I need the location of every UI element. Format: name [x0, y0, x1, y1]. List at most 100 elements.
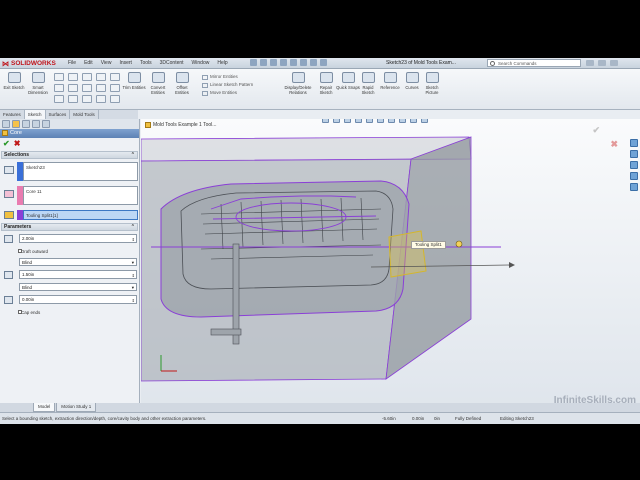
smart-dimension-button[interactable]: Smart Dimension: [26, 72, 50, 106]
mirror-entities-button[interactable]: Mirror Entities: [202, 73, 253, 81]
solidworks-logo[interactable]: ⋈ SOLIDWORKS: [2, 59, 56, 68]
menu-window[interactable]: Window: [192, 59, 210, 68]
mirror-icon: [202, 74, 208, 80]
trim-entities-button[interactable]: Trim Entities: [122, 72, 146, 106]
end-condition-select-1[interactable]: Blind ▾: [19, 258, 137, 266]
menu-view[interactable]: View: [101, 59, 112, 68]
fillet-icon[interactable]: [96, 84, 106, 92]
spinner-icon[interactable]: ⇕: [132, 272, 135, 279]
search-commands-input[interactable]: Search Commands: [487, 59, 581, 67]
polygon-icon[interactable]: [54, 84, 64, 92]
circle-icon[interactable]: [96, 73, 106, 81]
menu-tools[interactable]: Tools: [140, 59, 152, 68]
menu-3dcontent[interactable]: 3DContent: [160, 59, 184, 68]
menu-help[interactable]: Help: [217, 59, 227, 68]
spinner-icon[interactable]: ⇕: [132, 236, 135, 243]
configuration-icon[interactable]: [22, 120, 30, 128]
reference-button[interactable]: Reference: [378, 72, 402, 106]
chevron-down-icon: ▾: [131, 285, 134, 290]
appearances-icon[interactable]: [630, 183, 638, 191]
ok-cancel-bar: ✔ ✖: [0, 138, 139, 149]
select-icon[interactable]: [300, 59, 307, 66]
tooling-split-box[interactable]: Tooling Split1[1]: [23, 210, 138, 220]
tab-model[interactable]: Model: [33, 403, 56, 412]
draft2-input[interactable]: 0.00in ⇕: [19, 295, 137, 304]
undo-icon[interactable]: [290, 59, 297, 66]
tab-features[interactable]: Features: [0, 110, 25, 119]
partial-ellipse-icon[interactable]: [110, 95, 120, 103]
rapid-sketch-button[interactable]: Rapid Sketch: [356, 72, 380, 106]
selections-header[interactable]: Selections ⌃: [1, 151, 138, 159]
trim-icon: [127, 72, 141, 83]
feature-tree-icon[interactable]: [2, 120, 10, 128]
quick-access-toolbar: [250, 59, 327, 66]
linear-pattern-button[interactable]: Linear Sketch Pattern: [202, 81, 253, 89]
tab-surfaces[interactable]: Surfaces: [46, 110, 71, 119]
ellipse-icon[interactable]: [82, 84, 92, 92]
sketch-picture-button[interactable]: Sketch Picture: [420, 72, 444, 106]
rectangle-icon[interactable]: [68, 73, 78, 81]
menu-edit[interactable]: Edit: [84, 59, 93, 68]
print-icon[interactable]: [280, 59, 287, 66]
open-icon[interactable]: [260, 59, 267, 66]
save-icon[interactable]: [270, 59, 277, 66]
property-manager-icon[interactable]: [12, 120, 20, 128]
tooling-split-callout[interactable]: Tooling Split1: [411, 241, 446, 249]
command-tabs: Features Sketch Surfaces Mold Tools: [0, 110, 138, 119]
repair-icon: [319, 72, 333, 83]
core-body-box[interactable]: Core 11: [23, 186, 138, 205]
checkbox-icon: [18, 310, 22, 314]
view-palette-icon[interactable]: [630, 172, 638, 180]
options-icon[interactable]: [320, 59, 327, 66]
menu-insert[interactable]: Insert: [119, 59, 132, 68]
draft-outward-checkbox[interactable]: Draft outward: [1, 247, 138, 256]
part-body-outline: [160, 180, 410, 318]
sketch-tools-grid: [54, 73, 124, 105]
sketch-selection-box[interactable]: Sketch23: [23, 162, 138, 181]
new-icon[interactable]: [250, 59, 257, 66]
plane-icon[interactable]: [110, 84, 120, 92]
end-condition-select-2[interactable]: Blind ▾: [19, 283, 137, 291]
centerline-icon[interactable]: [82, 95, 92, 103]
exit-sketch-button[interactable]: Exit Sketch: [2, 72, 26, 106]
menu-file[interactable]: File: [68, 59, 76, 68]
display-delete-relations-button[interactable]: Display/Delete Relations: [278, 72, 318, 106]
slot-icon[interactable]: [82, 73, 92, 81]
cap-ends-checkbox[interactable]: Cap ends: [1, 308, 138, 317]
graphics-area[interactable]: Mold Tools Example 1 Tool... Tooling Spl…: [141, 119, 640, 409]
confirm-cancel-icon[interactable]: ✖: [610, 139, 618, 150]
offset-entities-button[interactable]: Offset Entities: [170, 72, 194, 106]
depth2-input[interactable]: 1.50in ⇕: [19, 270, 137, 279]
status-x: -5.60in: [382, 416, 396, 421]
display-manager-icon[interactable]: [42, 120, 50, 128]
tab-mold-tools[interactable]: Mold Tools: [70, 110, 99, 119]
parameters-header[interactable]: Parameters ⌃: [1, 223, 138, 231]
arc-icon[interactable]: [110, 73, 120, 81]
depth-input[interactable]: 2.00in ⇕: [19, 234, 137, 243]
close-icon[interactable]: [610, 60, 618, 66]
ok-button[interactable]: ✔: [3, 139, 10, 148]
dimxpert-icon[interactable]: [32, 120, 40, 128]
repair-sketch-button[interactable]: Repair Sketch: [314, 72, 338, 106]
spinner-icon[interactable]: ⇕: [132, 297, 135, 304]
line-icon[interactable]: [54, 73, 64, 81]
text-icon[interactable]: [54, 95, 64, 103]
resources-icon[interactable]: [630, 139, 638, 147]
status-message: Select a bounding sketch, extraction dir…: [2, 416, 207, 421]
move-entities-button[interactable]: Move Entities: [202, 89, 253, 97]
chamfer-icon[interactable]: [96, 95, 106, 103]
rebuild-icon[interactable]: [310, 59, 317, 66]
tab-motion-study[interactable]: Motion Study 1: [56, 403, 97, 412]
tab-sketch[interactable]: Sketch: [24, 110, 46, 119]
spline-icon[interactable]: [68, 84, 78, 92]
minimize-icon[interactable]: [598, 60, 606, 66]
cancel-button[interactable]: ✖: [14, 139, 21, 148]
design-library-icon[interactable]: [630, 150, 638, 158]
help-icon[interactable]: [586, 60, 594, 66]
confirm-ok-icon[interactable]: ✔: [592, 125, 600, 136]
convert-entities-button[interactable]: Convert Entities: [146, 72, 170, 106]
status-z: 0in: [434, 416, 441, 421]
file-explorer-icon[interactable]: [630, 161, 638, 169]
point-icon[interactable]: [68, 95, 78, 103]
curves-icon: [405, 72, 419, 83]
